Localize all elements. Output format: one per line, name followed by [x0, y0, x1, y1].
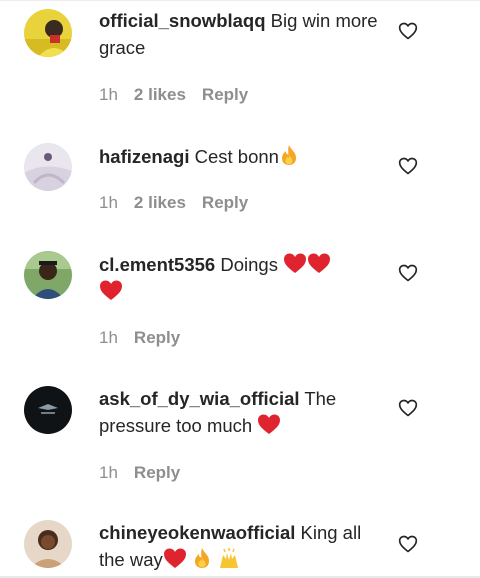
- red-heart-emoji-icon: [163, 548, 186, 568]
- comment-item: ask_of_dy_wia_official The pressure too …: [0, 380, 480, 510]
- avatar[interactable]: [24, 9, 72, 57]
- comment-item: cl.ement5356 Doings 1h Reply: [0, 240, 480, 380]
- comment-item: official_snowblaqq Big win more grace 1h…: [0, 0, 480, 120]
- comment-username[interactable]: chineyeokenwaofficial: [99, 522, 295, 543]
- profile-photo-woman-icon: [24, 520, 72, 568]
- reply-button[interactable]: Reply: [134, 328, 180, 348]
- comment-text: hafizenagi Cest bonn: [99, 143, 379, 170]
- comment-body: Cest bonn: [194, 146, 279, 167]
- red-heart-emoji-icon: [258, 414, 281, 434]
- comment-body: Doings: [220, 254, 278, 275]
- avatar[interactable]: [24, 143, 72, 191]
- fire-emoji-icon: [194, 548, 209, 568]
- avatar[interactable]: [24, 386, 72, 434]
- comment-meta: 1h 2 likes Reply: [99, 193, 248, 213]
- comment-meta: 1h Reply: [99, 328, 180, 348]
- comment-username[interactable]: official_snowblaqq: [99, 10, 266, 31]
- like-heart-icon[interactable]: [398, 156, 418, 176]
- profile-photo-person-icon: [24, 251, 72, 299]
- comment-item: hafizenagi Cest bonn 1h 2 likes Reply: [0, 120, 480, 240]
- profile-photo-white-icon: [24, 143, 72, 191]
- comment-likes[interactable]: 2 likes: [134, 193, 186, 213]
- red-heart-emoji-icon: [284, 253, 307, 273]
- fire-emoji-icon: [281, 145, 296, 165]
- like-heart-icon[interactable]: [398, 21, 418, 41]
- reply-button[interactable]: Reply: [202, 193, 248, 213]
- like-heart-icon[interactable]: [398, 263, 418, 283]
- like-heart-icon[interactable]: [398, 534, 418, 554]
- red-heart-emoji-icon: [100, 280, 122, 300]
- reply-button[interactable]: Reply: [134, 463, 180, 483]
- comment-text: chineyeokenwaofficial King all the way: [99, 519, 379, 573]
- comment-text: official_snowblaqq Big win more grace: [99, 7, 379, 61]
- comment-time: 1h: [99, 328, 118, 347]
- comment-text: cl.ement5356 Doings: [99, 251, 379, 305]
- reply-button[interactable]: Reply: [202, 85, 248, 105]
- comment-likes[interactable]: 2 likes: [134, 85, 186, 105]
- red-heart-emoji-icon: [308, 253, 331, 273]
- comment-item: chineyeokenwaofficial King all the way: [0, 510, 480, 578]
- comment-meta: 1h 2 likes Reply: [99, 85, 248, 105]
- comment-username[interactable]: ask_of_dy_wia_official: [99, 388, 300, 409]
- comment-time: 1h: [99, 193, 118, 212]
- like-heart-icon[interactable]: [398, 398, 418, 418]
- comment-time: 1h: [99, 463, 118, 482]
- avatar[interactable]: [24, 251, 72, 299]
- profile-photo-dark-logo-icon: [24, 386, 72, 434]
- comment-text: ask_of_dy_wia_official The pressure too …: [99, 385, 379, 439]
- comment-time: 1h: [99, 85, 118, 104]
- profile-photo-yellow-icon: [24, 9, 72, 57]
- avatar[interactable]: [24, 520, 72, 568]
- comment-meta: 1h Reply: [99, 463, 180, 483]
- raising-hands-emoji-icon: [220, 548, 239, 568]
- comment-username[interactable]: cl.ement5356: [99, 254, 215, 275]
- comment-username[interactable]: hafizenagi: [99, 146, 189, 167]
